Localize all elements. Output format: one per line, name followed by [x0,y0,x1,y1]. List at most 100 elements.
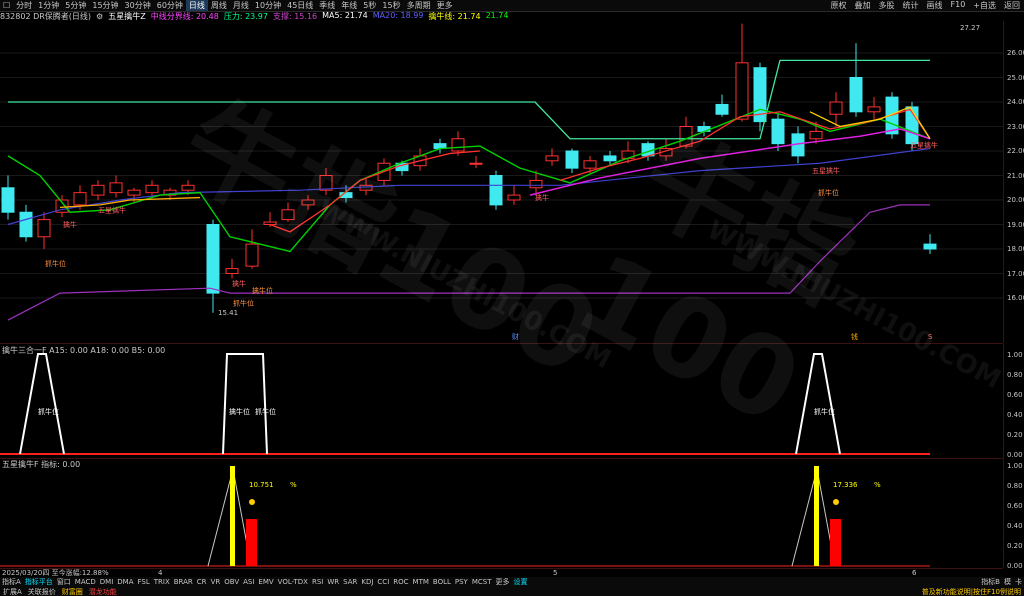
toolbar-button[interactable]: 多股 [875,0,899,11]
signal-label: 五星擒牛 [812,166,840,175]
period-tab[interactable]: 日线 [185,0,208,11]
indicator-tab[interactable]: ASI [241,578,256,586]
indicator-tab[interactable]: SAR [341,578,359,586]
legend-item: MA5: 21.74 [322,11,368,20]
panel2-signal-label: 擒牛位 [229,407,250,416]
candle-body [603,155,617,162]
indicator-tab[interactable]: DMI [98,578,116,586]
status-tab[interactable]: 关联报价 [25,587,59,596]
indicator-tab[interactable]: OBV [222,578,241,586]
indicator-tab[interactable]: 更多 [494,577,512,587]
status-tab[interactable]: 扩展A [0,587,25,596]
indicator-tab[interactable]: 指标A [0,577,23,587]
candle-body [529,179,543,189]
indicator-tab[interactable]: PSY [453,578,470,586]
indicator-tab[interactable]: VR [209,578,223,586]
indicator-tab[interactable]: BRAR [172,578,195,586]
indicator-tab[interactable]: RSI [310,578,325,586]
indicator-tab[interactable]: CR [195,578,209,586]
indicator-tab[interactable]: TRIX [152,578,172,586]
gear-icon[interactable]: ⚙ [96,12,103,21]
panel3-pct: % [874,481,881,489]
signal-bar-red [246,519,257,566]
period-tab[interactable]: 多周期 [404,0,434,11]
axis-tick-label: 0.80 [1007,482,1023,490]
period-tab[interactable]: 月线 [230,0,252,11]
candle-body [771,118,785,145]
candle-body [145,184,159,194]
indicator-panel-3[interactable]: 10.751% 17.336% 五星擒牛F 指标: 0.00 [0,458,1003,569]
red-line [269,150,481,233]
indicator-tab[interactable]: VOL-TDX [276,578,310,586]
indicator-tab[interactable]: MCST [470,578,494,586]
indicator-tab[interactable]: DMA [115,578,135,586]
indicator-name[interactable]: 五星擒牛Z [108,11,145,21]
period-tab[interactable]: 30分钟 [122,0,154,11]
status-tab[interactable]: 潜龙功能 [86,587,120,596]
window-icon[interactable]: ☐ [0,0,13,11]
candlestick-chart[interactable]: 27.2715.41五星擒牛五星擒牛五星擒牛擒牛抓牛位擒牛位抓牛位抓牛位擒牛擒牛… [0,21,1003,343]
toolbar-button[interactable]: 统计 [899,0,923,11]
toolbar-button[interactable]: F10 [947,0,970,11]
indicator-tab-right[interactable]: 卡 [1013,577,1024,587]
period-tab[interactable]: 5分钟 [62,0,89,11]
signal-label: 抓牛位 [45,259,66,268]
legend-values: 中线分界线: 20.48 压力: 23.97 支撑: 15.16 MA5: 21.74… [151,11,514,21]
axis-tick-label: 21.00 [1007,171,1024,180]
status-tab[interactable]: 财富圈 [59,587,86,596]
indicator-tab[interactable]: MTM [411,578,431,586]
indicator-tab[interactable]: KDJ [359,578,375,586]
period-tab[interactable]: 周线 [208,0,230,11]
indicator-tab[interactable]: 窗口 [55,577,73,587]
period-tab[interactable]: 15秒 [379,0,403,11]
signal-bar-yellow [230,466,235,566]
panel3-pct: % [290,481,297,489]
indicator-tab-right[interactable]: 模 [1002,577,1013,587]
candle-body [507,194,521,201]
toolbar-button[interactable]: 原权 [827,0,851,11]
signal-label: 抓牛位 [818,188,839,197]
legend-item: 21.74 [485,11,509,20]
toolbar-button[interactable]: 返回 [1000,0,1024,11]
period-tab[interactable]: 季线 [316,0,338,11]
period-tab[interactable]: 分时 [13,0,35,11]
period-tab[interactable]: 更多 [434,0,456,11]
signal-label: 五星擒牛 [910,140,938,149]
toolbar-button[interactable]: 叠加 [851,0,875,11]
indicator-tab[interactable]: BOLL [431,578,453,586]
candle-body [679,126,693,147]
period-tab[interactable]: 1分钟 [35,0,62,11]
toolbar-button[interactable]: 画线 [923,0,947,11]
indicator-panel-2[interactable]: 抓牛位 擒牛位 抓牛位 抓牛位 擒牛三合一F A15: 0.00 A18: 0.00 … [0,344,1003,459]
indicator-tab[interactable]: WR [325,578,341,586]
period-tab[interactable]: 5秒 [360,0,379,11]
axis-tick-label: 19.00 [1007,220,1024,229]
indicator-tab-right[interactable]: 指标B [979,577,1002,587]
axis-tick-label: 18.00 [1007,245,1024,253]
period-tab[interactable]: 15分钟 [89,0,121,11]
candle-body [37,219,51,238]
indicator-tab[interactable]: FSL [136,578,152,586]
smile-icon [249,499,255,505]
indicator-tab[interactable]: EMV [256,578,275,586]
panel3-value: 10.751 [249,481,274,489]
indicator-tab[interactable]: CCI [375,578,391,586]
candle-body [206,224,220,294]
period-tab[interactable]: 45日线 [284,0,316,11]
signal-label: 抓牛位 [233,298,254,307]
indicator-tab[interactable]: ROC [391,578,410,586]
indicator-tab[interactable]: MACD [73,578,98,586]
period-tab[interactable]: 年线 [338,0,360,11]
indicator-tab[interactable]: 指标平台 [23,577,55,587]
signal-peak [795,353,841,455]
indicator-tab[interactable]: 设置 [512,577,530,587]
period-tab[interactable]: 60分钟 [154,0,186,11]
legend-item: 压力: 23.97 [223,11,268,21]
main-price-chart[interactable]: 27.2715.41五星擒牛五星擒牛五星擒牛擒牛抓牛位擒牛位抓牛位抓牛位擒牛擒牛… [0,21,1003,344]
date-mark-5: 5 [553,568,558,577]
period-tab[interactable]: 10分钟 [252,0,284,11]
high-price-label: 27.27 [745,21,765,22]
status-help-text[interactable]: 普及新功能说明|按住F10例说明 [919,587,1024,596]
toolbar-button[interactable]: +自选 [969,0,1000,11]
signal-peak [222,353,268,455]
